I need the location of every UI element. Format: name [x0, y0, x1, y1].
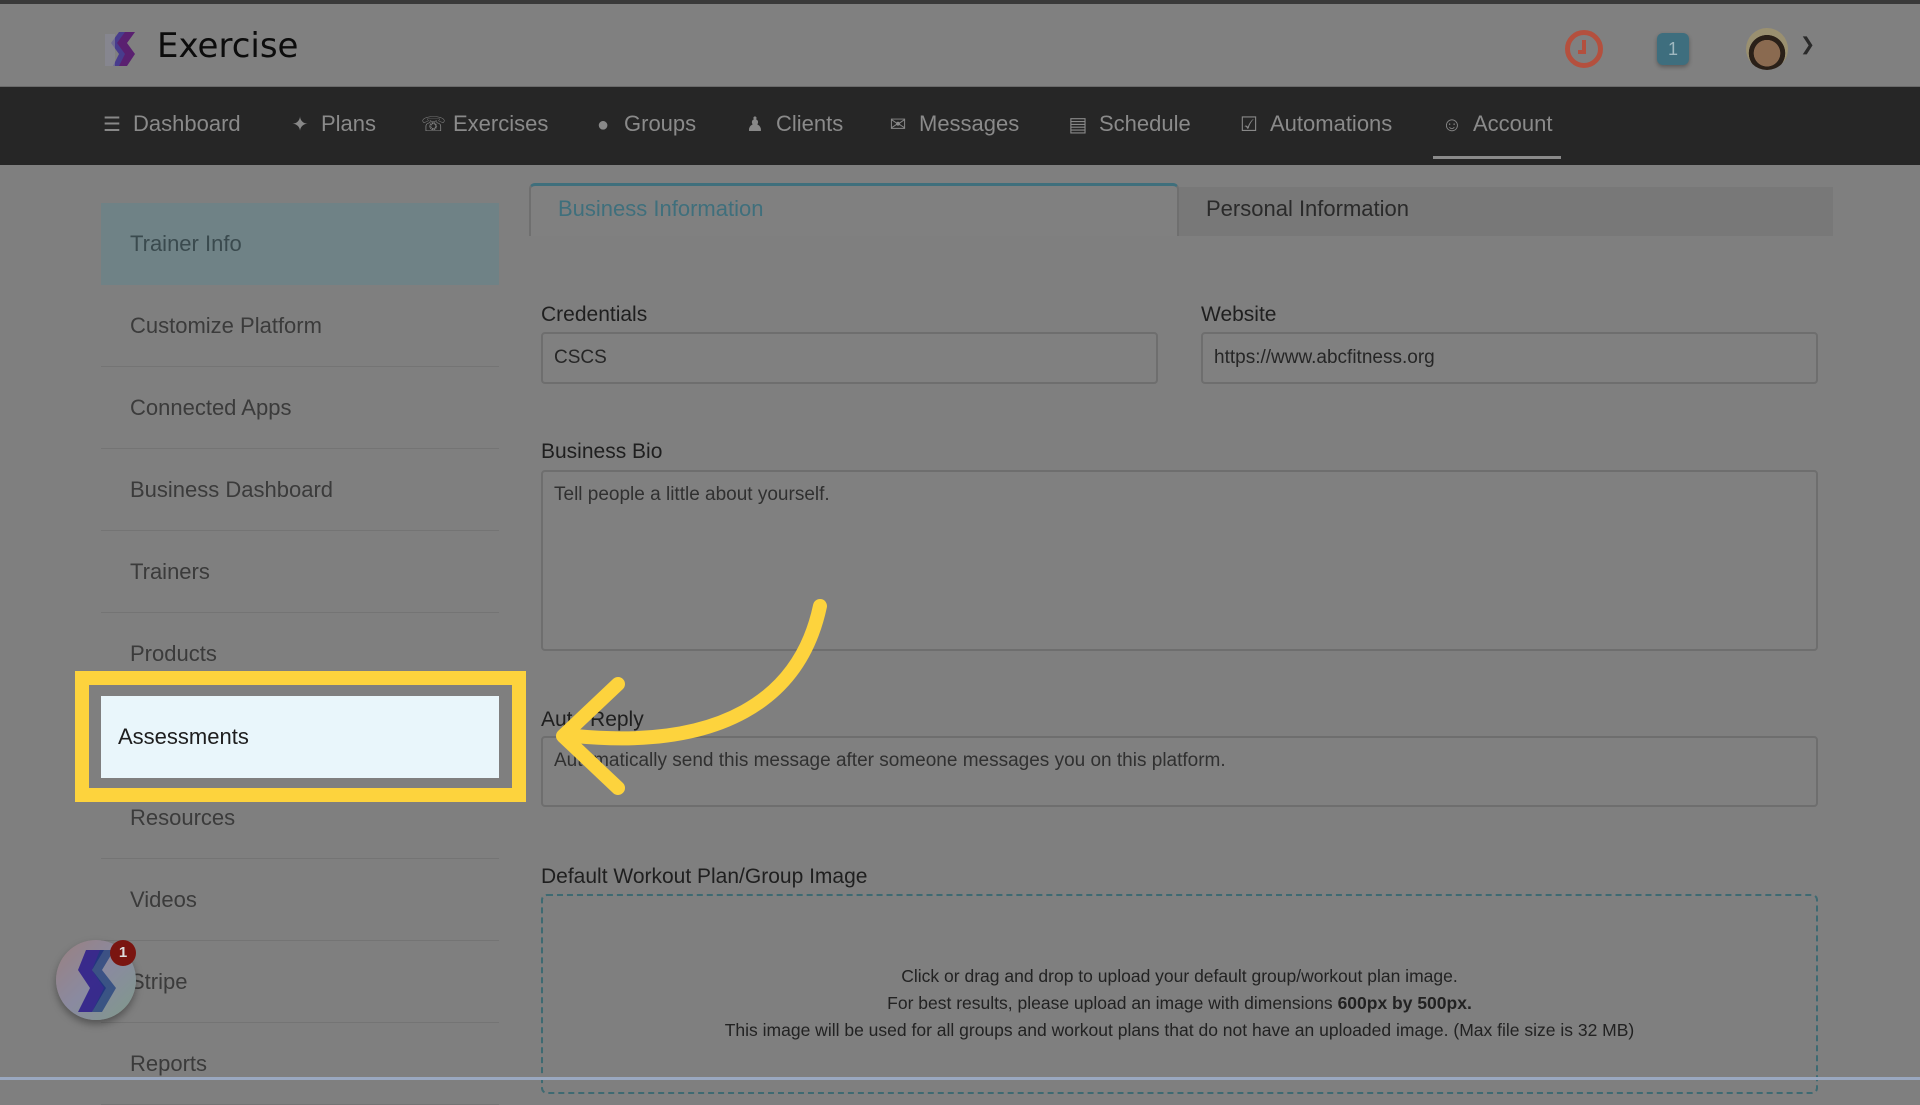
auto-reply-textarea[interactable]: Automatically send this message after so… [541, 736, 1818, 807]
business-bio-textarea[interactable]: Tell people a little about yourself. [541, 470, 1818, 651]
nav-label: Messages [919, 111, 1020, 136]
sidebar-item-trainer-info[interactable]: Trainer Info [101, 203, 499, 285]
nav-account[interactable]: ☺ Account [1433, 93, 1561, 159]
credentials-label: Credentials [541, 303, 648, 326]
website-label: Website [1201, 303, 1277, 326]
sidebar-item-reports[interactable]: Reports [101, 1023, 499, 1105]
twitter-bird-icon: ✦ [291, 114, 309, 136]
avatar[interactable] [1746, 28, 1788, 70]
sidebar-item-stripe[interactable]: Stripe [101, 941, 499, 1023]
nav-automations[interactable]: ☑ Automations [1238, 87, 1392, 165]
nav-messages[interactable]: ✉ Messages [887, 87, 1020, 165]
chevron-down-icon[interactable]: ❯ [1800, 34, 1815, 55]
website-input[interactable]: https://www.abcfitness.org [1201, 332, 1818, 384]
upload-instruction: Click or drag and drop to upload your de… [901, 966, 1458, 986]
highlight-box: Assessments [75, 671, 526, 802]
header: Exercise 1 ❯ [0, 4, 1920, 87]
nav-label: Clients [776, 111, 844, 136]
nav-label: Dashboard [133, 111, 241, 136]
phone-icon: ☏ [421, 114, 447, 136]
book-icon: ▤ [1068, 114, 1088, 136]
user-circle-icon: ☺ [1441, 114, 1463, 136]
sidebar-item-customize-platform[interactable]: Customize Platform [101, 285, 499, 367]
list-icon: ☰ [103, 114, 121, 136]
nav-groups[interactable]: ● Groups [592, 87, 696, 165]
credentials-input[interactable]: CSCS [541, 332, 1158, 384]
nav-dashboard[interactable]: ☰ Dashboard [101, 87, 241, 165]
check-square-icon: ☑ [1240, 114, 1258, 136]
notification-badge[interactable]: 1 [1657, 33, 1689, 65]
nav-schedule[interactable]: ▤ Schedule [1067, 87, 1191, 165]
nav-clients[interactable]: ♟ Clients [744, 87, 843, 165]
upload-note: This image will be used for all groups a… [724, 1020, 1635, 1040]
brand-name[interactable]: Exercise [157, 26, 298, 66]
nav-label: Automations [1270, 111, 1393, 136]
image-dropzone[interactable]: Click or drag and drop to upload your de… [541, 894, 1818, 1094]
user-icon: ♟ [746, 114, 764, 136]
nav-exercises[interactable]: ☏ Exercises [421, 87, 548, 165]
business-bio-label: Business Bio [541, 440, 663, 463]
tab-business-information[interactable]: Business Information [529, 183, 1179, 236]
nav-label: Exercises [453, 111, 549, 136]
clock-icon[interactable] [1565, 30, 1603, 68]
main-nav: ☰ Dashboard ✦ Plans ☏ Exercises ● Groups ♟ Cl… [0, 87, 1920, 165]
default-image-label: Default Workout Plan/Group Image [541, 865, 868, 888]
sidebar-item-videos[interactable]: Videos [101, 859, 499, 941]
tab-personal-information[interactable]: Personal Information [1179, 187, 1833, 236]
nav-plans[interactable]: ✦ Plans [289, 87, 376, 165]
auto-reply-placeholder: Automatically send this message after so… [554, 750, 1226, 771]
tabs: Business Information Personal Informatio… [529, 183, 1833, 236]
nav-label: Schedule [1099, 111, 1191, 136]
auto-reply-label: Auto Reply [541, 708, 644, 731]
upload-dimensions: For best results, please upload an image… [543, 990, 1816, 1017]
nav-label: Plans [321, 111, 377, 136]
envelope-icon: ✉ [889, 114, 907, 136]
sidebar-item-connected-apps[interactable]: Connected Apps [101, 367, 499, 449]
upload-dimensions-text: For best results, please upload an image… [887, 993, 1338, 1013]
help-badge: 1 [110, 940, 136, 966]
nav-label: Account [1473, 111, 1553, 136]
users-icon: ● [596, 114, 610, 136]
upload-dimensions-bold: 600px by 500px. [1337, 993, 1472, 1013]
logo-icon[interactable] [105, 30, 141, 68]
bio-placeholder: Tell people a little about yourself. [554, 484, 830, 505]
sidebar-item-business-dashboard[interactable]: Business Dashboard [101, 449, 499, 531]
sidebar-item-trainers[interactable]: Trainers [101, 531, 499, 613]
account-sidebar: Trainer Info Customize Platform Connecte… [101, 203, 499, 1105]
nav-label: Groups [624, 111, 697, 136]
sidebar-item-assessments[interactable]: Assessments [101, 696, 499, 778]
